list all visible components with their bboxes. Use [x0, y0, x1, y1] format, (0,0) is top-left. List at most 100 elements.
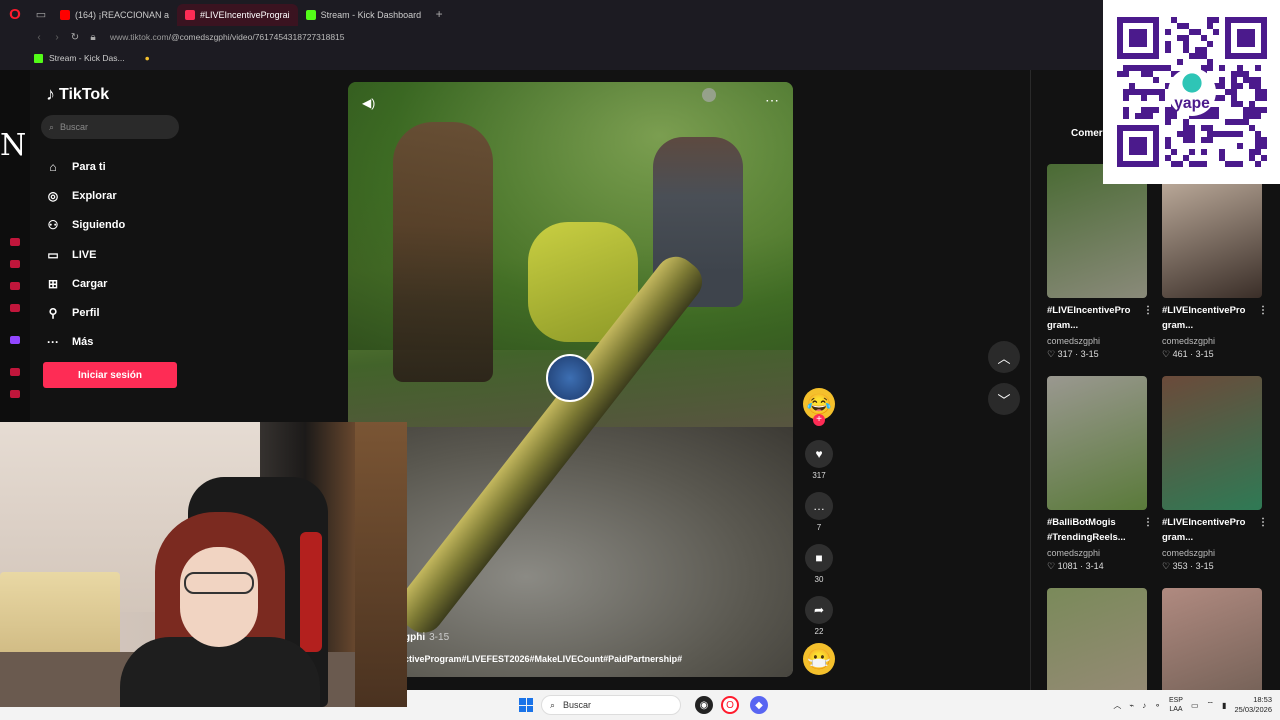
twitch-icon[interactable] — [10, 336, 20, 344]
opera-taskbar-icon[interactable]: O — [721, 696, 739, 714]
sidebar-app-icon[interactable] — [10, 304, 20, 312]
reload-icon[interactable]: ↻ — [66, 32, 84, 43]
qr-module — [1182, 119, 1189, 125]
taskbar-search[interactable]: ⌕ Buscar — [541, 695, 681, 715]
qr-module — [1122, 95, 1129, 101]
tiktok-logo[interactable]: ♪ TikTok — [46, 84, 109, 105]
system-tray: ︿ ⌁ ♪ ⚬ ESP LAA ▭ ⌔ ▮ 18:53 25/03/2026 — [1113, 692, 1272, 718]
tray-expand-icon[interactable]: ︿ — [1113, 700, 1121, 711]
video-card-user[interactable]: comedszgphi — [1047, 336, 1149, 346]
network-icon[interactable]: ⌁ — [1129, 701, 1134, 710]
video-hashtags[interactable]: ctiveProgram#LIVEFEST2026#MakeLIVECount#… — [404, 654, 682, 664]
video-card[interactable]: #BalliBotMogis #TrendingReels... ⋮ comedsz… — [1047, 376, 1153, 572]
creator-avatar[interactable]: 😂 + — [803, 388, 835, 426]
qr-module — [1134, 113, 1141, 119]
video-card-user[interactable]: comedszgphi — [1047, 548, 1149, 558]
qr-module — [1218, 83, 1225, 89]
qr-module — [1242, 77, 1249, 83]
opera-logo-icon[interactable]: O — [0, 0, 30, 28]
search-icon: ⌕ — [550, 699, 556, 710]
qr-module — [1254, 83, 1261, 89]
taskbar-app-icon[interactable]: ◉ — [695, 696, 713, 714]
share-button[interactable]: ➦ — [805, 596, 833, 624]
video-card[interactable]: #LIVEIncentivePro gram... ⋮ comedszgphi ♡ 3… — [1162, 376, 1268, 572]
video-player[interactable]: ◀) ⋯ gphi 3-15 ctiveProgram#LIVEFEST2026#… — [348, 82, 793, 677]
qr-module — [1182, 41, 1189, 47]
qr-module — [1230, 71, 1237, 77]
forward-icon[interactable]: › — [48, 32, 66, 43]
qr-module — [1212, 107, 1219, 113]
volume-icon[interactable]: ◀) — [362, 96, 375, 110]
tab-youtube[interactable]: (164) ¡REACCIONAN a — [52, 4, 177, 26]
qr-module — [1254, 89, 1261, 95]
bookmark-kick[interactable]: Stream - Kick Das... — [49, 53, 125, 63]
video-card[interactable]: #LIVEIncentivePro gram... ⋮ comedszgphi ♡ 3… — [1047, 164, 1153, 360]
next-video-button[interactable]: ﹀ — [988, 383, 1020, 415]
nav-item-perfil[interactable]: ⚲ Perfil — [46, 298, 226, 327]
card-menu-icon[interactable]: ⋮ — [1258, 303, 1268, 318]
previous-video-button[interactable]: ︿ — [988, 341, 1020, 373]
music-disc[interactable]: 😷 — [803, 643, 835, 675]
windows-start-icon[interactable] — [519, 698, 533, 712]
qr-module — [1236, 143, 1243, 149]
wifi-icon[interactable]: ⌔ — [1207, 700, 1215, 710]
comment-button[interactable]: … — [805, 492, 833, 520]
video-card-title: #LIVEIncentivePro gram... ⋮ — [1162, 515, 1268, 545]
card-menu-icon[interactable]: ⋮ — [1258, 515, 1268, 530]
video-thumbnail[interactable] — [1047, 376, 1147, 510]
like-button[interactable]: ♥ — [805, 440, 833, 468]
display-icon[interactable]: ▭ — [1191, 701, 1199, 710]
qr-module — [1218, 149, 1225, 155]
qr-module — [1236, 65, 1243, 71]
card-menu-icon[interactable]: ⋮ — [1143, 515, 1153, 530]
sidebar-app-icon[interactable] — [10, 238, 20, 246]
card-likes: 353 — [1172, 561, 1188, 571]
tab-menu-icon[interactable]: ▭ — [30, 0, 52, 28]
nav-label: Cargar — [72, 277, 108, 290]
video-card-user[interactable]: comedszgphi — [1162, 548, 1264, 558]
back-icon[interactable]: ‹ — [30, 32, 48, 43]
video-author[interactable]: gphi 3-15 — [404, 632, 449, 643]
likes-count: 317 — [812, 471, 826, 480]
nav-label: Siguiendo — [72, 219, 126, 232]
shares-count: 22 — [814, 627, 824, 636]
sidebar-app-icon[interactable] — [10, 260, 20, 268]
save-button[interactable]: ■ — [805, 544, 833, 572]
discord-icon[interactable]: ◆ — [750, 696, 768, 714]
sidebar-app-icon[interactable] — [10, 390, 20, 398]
qr-module — [1140, 113, 1147, 119]
nav-item-mas[interactable]: ··· Más — [46, 328, 226, 357]
qr-module — [1218, 65, 1225, 71]
new-tab-icon[interactable]: + — [429, 7, 449, 21]
battery-icon[interactable]: ▮ — [1222, 701, 1226, 710]
nav-item-cargar[interactable]: ⊞ Cargar — [46, 269, 226, 298]
nav-item-explorar[interactable]: ◎ Explorar — [46, 181, 226, 210]
video-card[interactable]: #LIVEIncentivePro gram... ⋮ comedszgphi ♡ 4… — [1162, 164, 1268, 360]
video-thumbnail[interactable] — [1162, 164, 1262, 298]
video-thumbnail[interactable] — [1047, 164, 1147, 298]
more-options-icon[interactable]: ⋯ — [765, 92, 779, 109]
nav-item-siguiendo[interactable]: ⚇ Siguiendo — [46, 211, 226, 240]
sidebar-app-icon[interactable] — [10, 282, 20, 290]
video-thumbnail[interactable] — [1162, 376, 1262, 510]
url-field[interactable]: www.tiktok.com/@comedszgphi/video/761745… — [110, 32, 345, 42]
sidebar-app-icon[interactable] — [10, 368, 20, 376]
qr-module — [1164, 107, 1171, 113]
follow-plus-icon[interactable]: + — [813, 414, 825, 426]
language-indicator[interactable]: ESP LAA — [1169, 696, 1183, 714]
tab-kick[interactable]: Stream - Kick Dashboard — [298, 4, 430, 26]
tab-tiktok[interactable]: #LIVEIncentivePrograi — [177, 4, 298, 26]
search-input[interactable]: ⌕ Buscar — [41, 115, 179, 139]
mic-icon[interactable]: ⚬ — [1154, 701, 1161, 710]
lock-icon: 🔒︎ — [90, 31, 96, 43]
video-card-user[interactable]: comedszgphi — [1162, 336, 1264, 346]
qr-module — [1164, 155, 1171, 161]
login-button[interactable]: Iniciar sesión — [43, 362, 177, 388]
tab-comments[interactable]: Comer — [1071, 128, 1103, 139]
clock[interactable]: 18:53 25/03/2026 — [1234, 695, 1272, 715]
volume-icon[interactable]: ♪ — [1142, 701, 1146, 710]
bookmark-icon[interactable]: ● — [145, 53, 150, 63]
nav-item-para-ti[interactable]: ⌂ Para ti — [46, 152, 226, 181]
card-menu-icon[interactable]: ⋮ — [1143, 303, 1153, 318]
nav-item-live[interactable]: ▭ LIVE — [46, 240, 226, 269]
